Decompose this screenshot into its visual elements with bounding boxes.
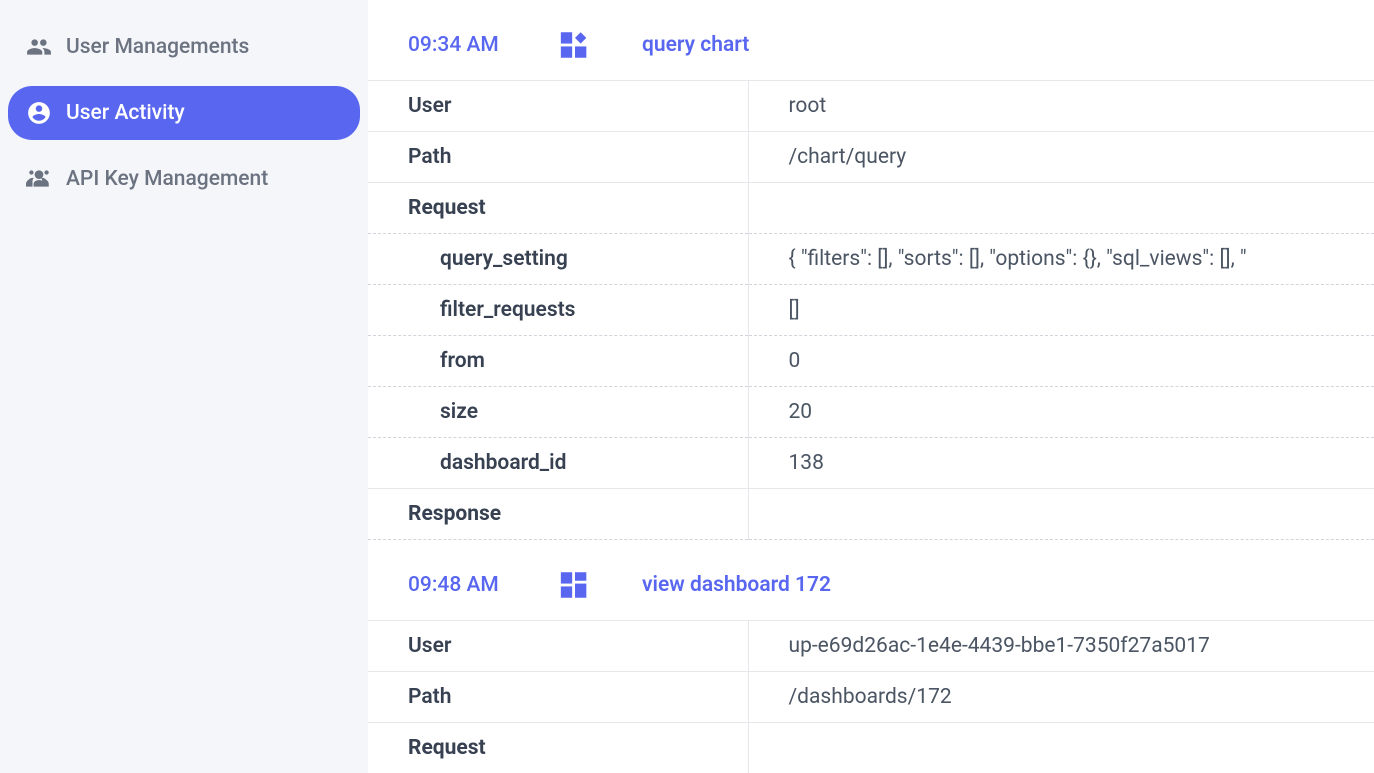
sidebar-item-user-activity[interactable]: User Activity (8, 86, 360, 140)
detail-key-request: Request (368, 183, 748, 234)
detail-key-param: query_setting (368, 234, 748, 285)
detail-value (748, 489, 1374, 540)
detail-key-param: size (368, 387, 748, 438)
table-row: size 20 (368, 387, 1374, 438)
table-row: query_setting { "filters": [], "sorts": … (368, 234, 1374, 285)
detail-key-user: User (368, 81, 748, 132)
activity-time: 09:34 AM (408, 33, 508, 57)
table-row: Request (368, 723, 1374, 773)
table-row: dashboard_id 138 (368, 438, 1374, 489)
detail-key-path: Path (368, 132, 748, 183)
detail-value-path: /chart/query (748, 132, 1374, 183)
table-row: filter_requests [] (368, 285, 1374, 336)
sidebar-item-label: User Managements (66, 35, 249, 59)
activity-entry-header: 09:48 AM view dashboard 172 (368, 540, 1374, 620)
table-row: from 0 (368, 336, 1374, 387)
sidebar-item-api-key-management[interactable]: API Key Management (8, 152, 360, 206)
detail-key-request: Request (368, 723, 748, 773)
table-row: Path /chart/query (368, 132, 1374, 183)
activity-detail-table: User up-e69d26ac-1e4e-4439-bbe1-7350f27a… (368, 620, 1374, 773)
activity-time: 09:48 AM (408, 573, 508, 597)
table-row: Response (368, 489, 1374, 540)
activity-icon (26, 100, 52, 126)
api-key-icon (26, 166, 52, 192)
table-row: Path /dashboards/172 (368, 672, 1374, 723)
detail-key-param: dashboard_id (368, 438, 748, 489)
detail-value-param: [] (748, 285, 1374, 336)
detail-key-param: from (368, 336, 748, 387)
sidebar-item-user-managements[interactable]: User Managements (8, 20, 360, 74)
detail-value-param: 0 (748, 336, 1374, 387)
detail-key-user: User (368, 621, 748, 672)
table-row: User root (368, 81, 1374, 132)
users-icon (26, 34, 52, 60)
detail-value-user: root (748, 81, 1374, 132)
main-content: 09:34 AM query chart User root Path /cha… (368, 0, 1374, 773)
dashboard-icon (558, 568, 592, 602)
detail-value-user: up-e69d26ac-1e4e-4439-bbe1-7350f27a5017 (748, 621, 1374, 672)
activity-detail-table: User root Path /chart/query Request quer… (368, 80, 1374, 540)
detail-value-param: 138 (748, 438, 1374, 489)
activity-entry-header: 09:34 AM query chart (368, 0, 1374, 80)
detail-value (748, 723, 1374, 773)
sidebar-item-label: API Key Management (66, 167, 268, 191)
activity-action: view dashboard 172 (642, 573, 831, 597)
activity-action: query chart (642, 33, 749, 57)
chart-icon (558, 28, 592, 62)
detail-key-response: Response (368, 489, 748, 540)
detail-key-param: filter_requests (368, 285, 748, 336)
sidebar-item-label: User Activity (66, 101, 185, 125)
sidebar: User Managements User Activity API Key M… (0, 0, 368, 773)
detail-value-param: 20 (748, 387, 1374, 438)
detail-key-path: Path (368, 672, 748, 723)
table-row: User up-e69d26ac-1e4e-4439-bbe1-7350f27a… (368, 621, 1374, 672)
detail-value-path: /dashboards/172 (748, 672, 1374, 723)
detail-value-param: { "filters": [], "sorts": [], "options":… (748, 234, 1374, 285)
table-row: Request (368, 183, 1374, 234)
detail-value (748, 183, 1374, 234)
